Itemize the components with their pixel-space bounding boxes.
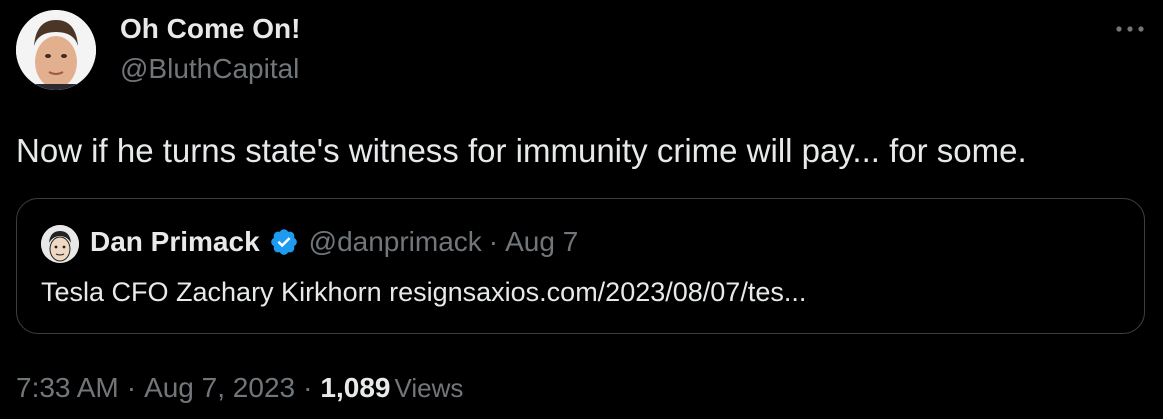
- quoted-author-avatar[interactable]: [41, 225, 79, 263]
- footer-separator: ·: [126, 372, 137, 403]
- tweet: Oh Come On! @BluthCapital Now if he turn…: [0, 0, 1163, 419]
- more-options-button[interactable]: [1110, 14, 1150, 44]
- author-handle[interactable]: @BluthCapital: [120, 52, 299, 86]
- quoted-text-line: Tesla CFO Zachary Kirkhorn resignsaxios.…: [41, 275, 806, 309]
- quoted-meta-separator: ·: [488, 226, 499, 257]
- tweet-date[interactable]: Aug 7, 2023: [144, 368, 295, 408]
- views-count: 1,089: [320, 372, 391, 403]
- author-avatar[interactable]: [16, 10, 96, 90]
- author-name[interactable]: Oh Come On!: [120, 12, 300, 46]
- quoted-text: Tesla CFO Zachary Kirkhorn resigns: [41, 277, 477, 307]
- quoted-header: Dan Primack @danprimack · Aug 7: [90, 224, 578, 260]
- quoted-author-handle[interactable]: @danprimack: [309, 224, 482, 260]
- footer-separator: ·: [303, 372, 313, 403]
- tweet-time[interactable]: 7:33 AM: [16, 368, 119, 408]
- verified-badge-icon: [269, 227, 299, 257]
- more-horizontal-icon: [1115, 20, 1145, 38]
- tweet-footer: 7:33 AM · Aug 7, 2023 · 1,089 Views: [16, 368, 463, 408]
- quoted-tweet[interactable]: Dan Primack @danprimack · Aug 7 Tesla CF…: [16, 198, 1145, 334]
- views-label: Views: [394, 373, 464, 403]
- quoted-author-name[interactable]: Dan Primack: [90, 224, 260, 260]
- quoted-link[interactable]: axios.com/2023/08/07/tes...: [476, 277, 806, 307]
- tweet-text: Now if he turns state's witness for immu…: [16, 132, 1027, 169]
- quoted-date[interactable]: Aug 7: [505, 224, 578, 260]
